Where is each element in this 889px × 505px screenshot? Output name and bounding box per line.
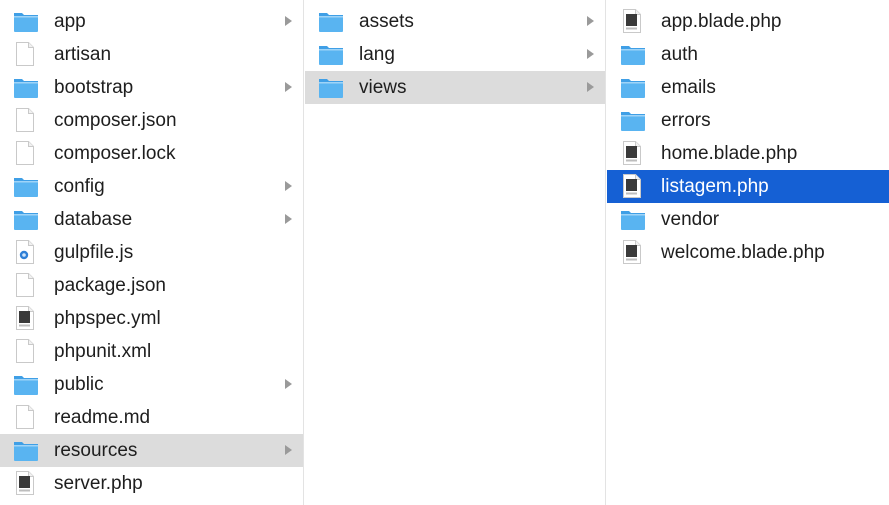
- folder-icon: [13, 371, 39, 397]
- list-item-phpspec-yml[interactable]: phpspec.yml: [0, 302, 303, 335]
- chevron-right-icon: [282, 443, 294, 457]
- chevron-right-icon: [584, 14, 596, 28]
- folder-icon: [620, 41, 646, 67]
- item-label: config: [54, 176, 105, 197]
- document-icon: [13, 404, 39, 430]
- php-file-icon: [620, 8, 646, 34]
- document-icon: [13, 107, 39, 133]
- list-item-config[interactable]: config: [0, 170, 303, 203]
- list-item-vendor[interactable]: vendor: [607, 203, 889, 236]
- folder-icon: [318, 74, 344, 100]
- item-label: vendor: [661, 209, 720, 230]
- item-label: server.php: [54, 473, 143, 494]
- list-item-app-blade-php[interactable]: app.blade.php: [607, 5, 889, 38]
- list-item-composer-lock[interactable]: composer.lock: [0, 137, 303, 170]
- list-item-resources[interactable]: resources: [0, 434, 303, 467]
- folder-icon: [620, 107, 646, 133]
- item-label: composer.lock: [54, 143, 176, 164]
- folder-icon: [13, 173, 39, 199]
- item-label: resources: [54, 440, 138, 461]
- list-item-composer-json[interactable]: composer.json: [0, 104, 303, 137]
- list-item-server-php[interactable]: server.php: [0, 467, 303, 500]
- document-icon: [13, 272, 39, 298]
- item-label: errors: [661, 110, 711, 131]
- folder-icon: [13, 206, 39, 232]
- chevron-right-icon: [282, 80, 294, 94]
- item-label: package.json: [54, 275, 166, 296]
- item-label: welcome.blade.php: [661, 242, 825, 263]
- column-resources[interactable]: assets lang views: [305, 0, 606, 505]
- folder-icon: [13, 437, 39, 463]
- item-label: public: [54, 374, 104, 395]
- list-item-assets[interactable]: assets: [305, 5, 605, 38]
- chevron-right-icon: [584, 47, 596, 61]
- chevron-right-icon: [282, 377, 294, 391]
- chevron-right-icon: [282, 179, 294, 193]
- folder-icon: [620, 206, 646, 232]
- list-item-package-json[interactable]: package.json: [0, 269, 303, 302]
- list-item-gulpfile-js[interactable]: gulpfile.js: [0, 236, 303, 269]
- item-label: bootstrap: [54, 77, 134, 98]
- list-item-welcome-blade-php[interactable]: welcome.blade.php: [607, 236, 889, 269]
- list-item-views[interactable]: views: [305, 71, 605, 104]
- column-views[interactable]: app.blade.php auth emails errors home.blade.…: [607, 0, 889, 505]
- document-icon: [13, 140, 39, 166]
- list-item-errors[interactable]: errors: [607, 104, 889, 137]
- chevron-right-icon: [282, 212, 294, 226]
- column-root[interactable]: app artisan bootstrap composer.json composer…: [0, 0, 304, 505]
- item-label: listagem.php: [661, 176, 769, 197]
- item-label: app.blade.php: [661, 11, 782, 32]
- list-item-listagem-php[interactable]: listagem.php: [607, 170, 889, 203]
- folder-icon: [13, 8, 39, 34]
- list-item-phpunit-xml[interactable]: phpunit.xml: [0, 335, 303, 368]
- folder-icon: [13, 74, 39, 100]
- item-label: readme.md: [54, 407, 151, 428]
- item-label: phpunit.xml: [54, 341, 152, 362]
- item-label: database: [54, 209, 133, 230]
- document-icon: [13, 338, 39, 364]
- item-label: composer.json: [54, 110, 177, 131]
- js-file-icon: [13, 239, 39, 265]
- item-label: assets: [359, 11, 414, 32]
- php-file-icon: [13, 470, 39, 496]
- yml-file-icon: [13, 305, 39, 331]
- column-browser: app artisan bootstrap composer.json composer…: [0, 0, 889, 505]
- item-label: phpspec.yml: [54, 308, 161, 329]
- list-item-bootstrap[interactable]: bootstrap: [0, 71, 303, 104]
- list-item-auth[interactable]: auth: [607, 38, 889, 71]
- list-item-artisan[interactable]: artisan: [0, 38, 303, 71]
- php-file-icon: [620, 239, 646, 265]
- list-item-app[interactable]: app: [0, 5, 303, 38]
- php-file-icon: [620, 140, 646, 166]
- folder-icon: [318, 8, 344, 34]
- item-label: emails: [661, 77, 716, 98]
- item-label: auth: [661, 44, 698, 65]
- list-item-lang[interactable]: lang: [305, 38, 605, 71]
- item-label: artisan: [54, 44, 112, 65]
- folder-icon: [620, 74, 646, 100]
- list-item-readme-md[interactable]: readme.md: [0, 401, 303, 434]
- chevron-right-icon: [584, 80, 596, 94]
- php-file-icon: [620, 173, 646, 199]
- list-item-emails[interactable]: emails: [607, 71, 889, 104]
- document-icon: [13, 41, 39, 67]
- list-item-public[interactable]: public: [0, 368, 303, 401]
- folder-icon: [318, 41, 344, 67]
- list-item-database[interactable]: database: [0, 203, 303, 236]
- list-item-home-blade-php[interactable]: home.blade.php: [607, 137, 889, 170]
- item-label: gulpfile.js: [54, 242, 134, 263]
- item-label: home.blade.php: [661, 143, 798, 164]
- item-label: views: [359, 77, 407, 98]
- item-label: lang: [359, 44, 395, 65]
- chevron-right-icon: [282, 14, 294, 28]
- item-label: app: [54, 11, 86, 32]
